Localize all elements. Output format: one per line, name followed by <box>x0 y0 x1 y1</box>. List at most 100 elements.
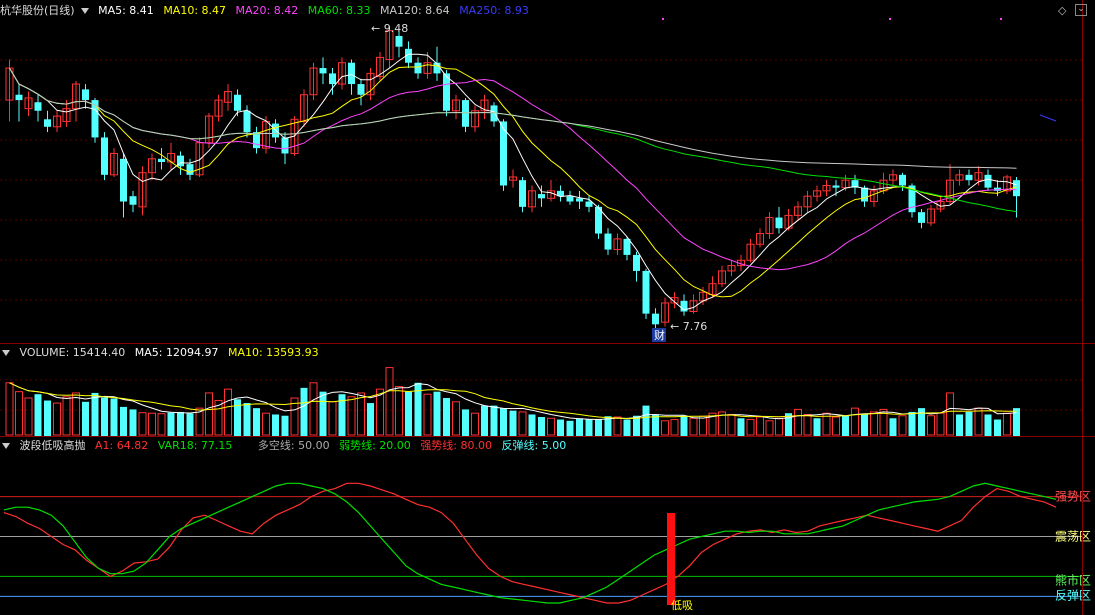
candle-body-down <box>120 158 127 202</box>
volume-bar-up <box>72 392 80 436</box>
volume-bar-down <box>367 403 374 436</box>
panel-separator-main-volume <box>0 343 1095 344</box>
volume-bar-up <box>974 407 983 436</box>
volume-bar-down <box>101 397 108 436</box>
candle-body-down <box>329 73 336 85</box>
volume-bar-up <box>357 392 365 436</box>
volume-bar-down <box>462 409 469 436</box>
volume-bar-down <box>585 419 593 436</box>
dropdown-caret-icon[interactable] <box>2 443 10 449</box>
marker-dot <box>662 18 664 20</box>
diamond-icon[interactable]: ◇ <box>1058 4 1066 17</box>
candle-body-down <box>101 137 108 175</box>
candle-body-down <box>652 313 659 325</box>
volume-bar-down <box>34 394 42 436</box>
stock-title[interactable]: 杭华股份(日线) <box>0 4 75 17</box>
candle-body-down <box>357 84 365 95</box>
volume-bar-up <box>898 415 907 436</box>
volume-bar-up <box>765 420 774 436</box>
volume-bar-up <box>15 391 23 436</box>
candle-body-down <box>253 132 260 149</box>
volume-bar-up <box>309 382 318 436</box>
ma120-label: MA120: 8.64 <box>379 4 450 17</box>
candle-body-down <box>348 62 355 85</box>
volume-bar-down <box>120 406 127 436</box>
candle-body-down <box>462 100 469 127</box>
zone-range-label: 震荡区 <box>1055 530 1091 544</box>
volume-bar-up <box>946 392 954 436</box>
volume-bar-up <box>775 417 783 436</box>
candle-body-down <box>861 187 868 202</box>
volume-bar-up <box>746 419 755 436</box>
ma120-line <box>9 67 1017 169</box>
volume-bar-down <box>680 415 688 436</box>
volume-bar-down <box>737 418 745 436</box>
expand-icon[interactable]: ⌄ <box>1075 4 1087 16</box>
candle-body-down <box>519 180 526 207</box>
candle-body-down <box>34 102 42 111</box>
duokong-label: 多空线: 50.00 <box>257 439 330 452</box>
volume-bar-up <box>148 412 156 436</box>
candle-body-down <box>984 174 992 188</box>
volume-bar-up <box>157 413 166 436</box>
candle-body-down <box>642 270 650 314</box>
ruoshi-label: 弱势线: 20.00 <box>339 439 411 452</box>
volume-bar-down <box>110 398 118 436</box>
volume-bar-down <box>243 403 251 436</box>
candle-body-down <box>395 36 403 47</box>
volume-bar-up <box>547 417 555 436</box>
indicator-title[interactable]: 波段低吸高抛 <box>20 439 86 452</box>
volume-bar-down <box>319 391 327 436</box>
volume-bar-down <box>167 412 175 436</box>
volume-bar-down <box>186 413 194 436</box>
volume-ma10-label: MA10: 13593.93 <box>227 346 319 359</box>
volume-bar-up <box>423 393 432 436</box>
volume-bar-down <box>538 417 545 436</box>
volume-bar-down <box>813 418 821 436</box>
low-price-label: ← 7.76 <box>670 320 707 333</box>
candle-body-down <box>832 185 840 188</box>
a1-line <box>3 482 1057 604</box>
dropdown-caret-icon[interactable] <box>2 350 10 356</box>
candle-body-down <box>186 164 194 175</box>
candle-body-down <box>585 201 593 207</box>
indicator-panel-header: 波段低吸高抛 A1: 64.82 VAR18: 77.15 多空线: 50.00… <box>0 439 572 453</box>
volume-bar-up <box>794 408 802 436</box>
buy-signal-bar <box>667 513 675 605</box>
volume-bar-down <box>994 419 1001 436</box>
volume-bar-down <box>576 418 583 436</box>
volume-bar-down <box>91 392 99 436</box>
candle-body-down <box>414 62 422 74</box>
candle-body-down <box>623 238 631 255</box>
volume-bar-down <box>956 414 963 436</box>
volume-bar-up <box>471 412 479 436</box>
volume-bar-up <box>1003 412 1011 436</box>
volume-bar-down <box>528 414 536 436</box>
volume-bar-down <box>595 419 602 436</box>
volume-bar-down <box>861 414 868 436</box>
volume-bar-up <box>385 367 394 436</box>
dropdown-caret-icon[interactable] <box>80 8 89 14</box>
candle-body-down <box>243 110 251 133</box>
candle-body-down <box>319 68 327 74</box>
volume-bar-down <box>253 408 260 436</box>
candle-body-down <box>918 212 925 223</box>
volume-bar-up <box>699 415 707 436</box>
ma20-label: MA20: 8.42 <box>235 4 299 17</box>
volume-bar-up <box>53 402 61 436</box>
volume-bar-up <box>689 417 698 436</box>
kline-chart-canvas[interactable]: ← 9.48 ← 7.76 财低吸 强势区震荡区熊市区反弹区 <box>0 0 1095 615</box>
volume-bar-up <box>756 416 764 436</box>
ma250-line <box>1039 114 1057 122</box>
volume-bar-down <box>82 401 89 436</box>
volume-bar-up <box>936 412 945 436</box>
volume-bar-up <box>347 396 356 436</box>
volume-bar-up <box>452 401 460 436</box>
candle-body-down <box>44 119 51 127</box>
candle-body-down <box>566 196 574 202</box>
volume-bar-down <box>490 405 498 436</box>
volume-bar-up <box>727 413 736 436</box>
fantan-label: 反弹线: 5.00 <box>501 439 567 452</box>
volume-bar-up <box>670 419 679 436</box>
marker-dot <box>889 18 891 20</box>
